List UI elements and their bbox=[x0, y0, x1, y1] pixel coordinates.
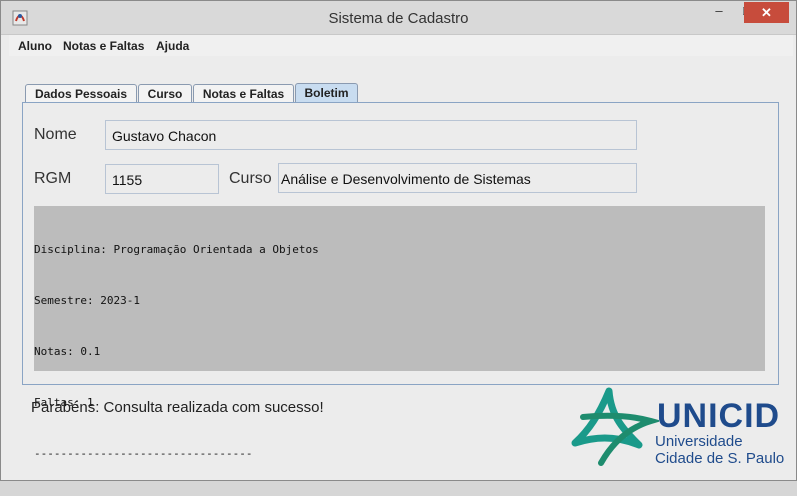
boletim-report-area[interactable]: Disciplina: Programação Orientada a Obje… bbox=[34, 206, 765, 460]
title-bar: Sistema de Cadastro – □ ✕ bbox=[1, 1, 796, 35]
menu-notas-e-faltas[interactable]: Notas e Faltas bbox=[63, 39, 144, 53]
menu-ajuda[interactable]: Ajuda bbox=[156, 39, 189, 53]
report-line-semestre: Semestre: 2023-1 bbox=[34, 294, 140, 307]
main-content: Dados Pessoais Curso Notas e Faltas Bole… bbox=[9, 57, 793, 476]
tab-boletim[interactable]: Boletim bbox=[295, 83, 358, 104]
tab-curso[interactable]: Curso bbox=[138, 84, 192, 103]
window-title: Sistema de Cadastro bbox=[328, 10, 469, 27]
logo-line-2: Cidade de S. Paulo bbox=[655, 450, 785, 467]
rgm-label: RGM bbox=[34, 170, 72, 187]
app-window: Sistema de Cadastro – □ ✕ Aluno Notas e … bbox=[0, 0, 797, 481]
rgm-field[interactable]: 1155 bbox=[105, 164, 219, 194]
minimize-button[interactable]: – bbox=[705, 3, 733, 23]
tab-notas-e-faltas[interactable]: Notas e Faltas bbox=[193, 84, 294, 103]
report-line-disciplina: Disciplina: Programação Orientada a Obje… bbox=[34, 243, 319, 256]
menu-bar: Aluno Notas e Faltas Ajuda bbox=[9, 35, 793, 56]
unicid-star-icon bbox=[571, 387, 659, 466]
curso-field[interactable]: Análise e Desenvolvimento de Sistemas bbox=[278, 163, 637, 193]
logo-line-1: Universidade bbox=[655, 433, 743, 450]
report-line-notas: Notas: 0.1 bbox=[34, 345, 101, 358]
boletim-panel: Nome Gustavo Chacon RGM 1155 Curso Análi… bbox=[22, 102, 779, 460]
curso-label: Curso bbox=[229, 170, 272, 187]
close-button[interactable]: ✕ bbox=[744, 2, 789, 23]
tab-dados-pessoais[interactable]: Dados Pessoais bbox=[25, 84, 137, 103]
status-message: Parabéns: Consulta realizada com sucesso… bbox=[31, 399, 324, 416]
nome-field[interactable]: Gustavo Chacon bbox=[105, 120, 637, 150]
logo-wordmark: UNICID bbox=[657, 397, 781, 435]
unicid-logo: UNICID Universidade Cidade de S. Paulo bbox=[569, 385, 789, 470]
menu-aluno[interactable]: Aluno bbox=[18, 39, 52, 53]
nome-label: Nome bbox=[34, 126, 77, 143]
